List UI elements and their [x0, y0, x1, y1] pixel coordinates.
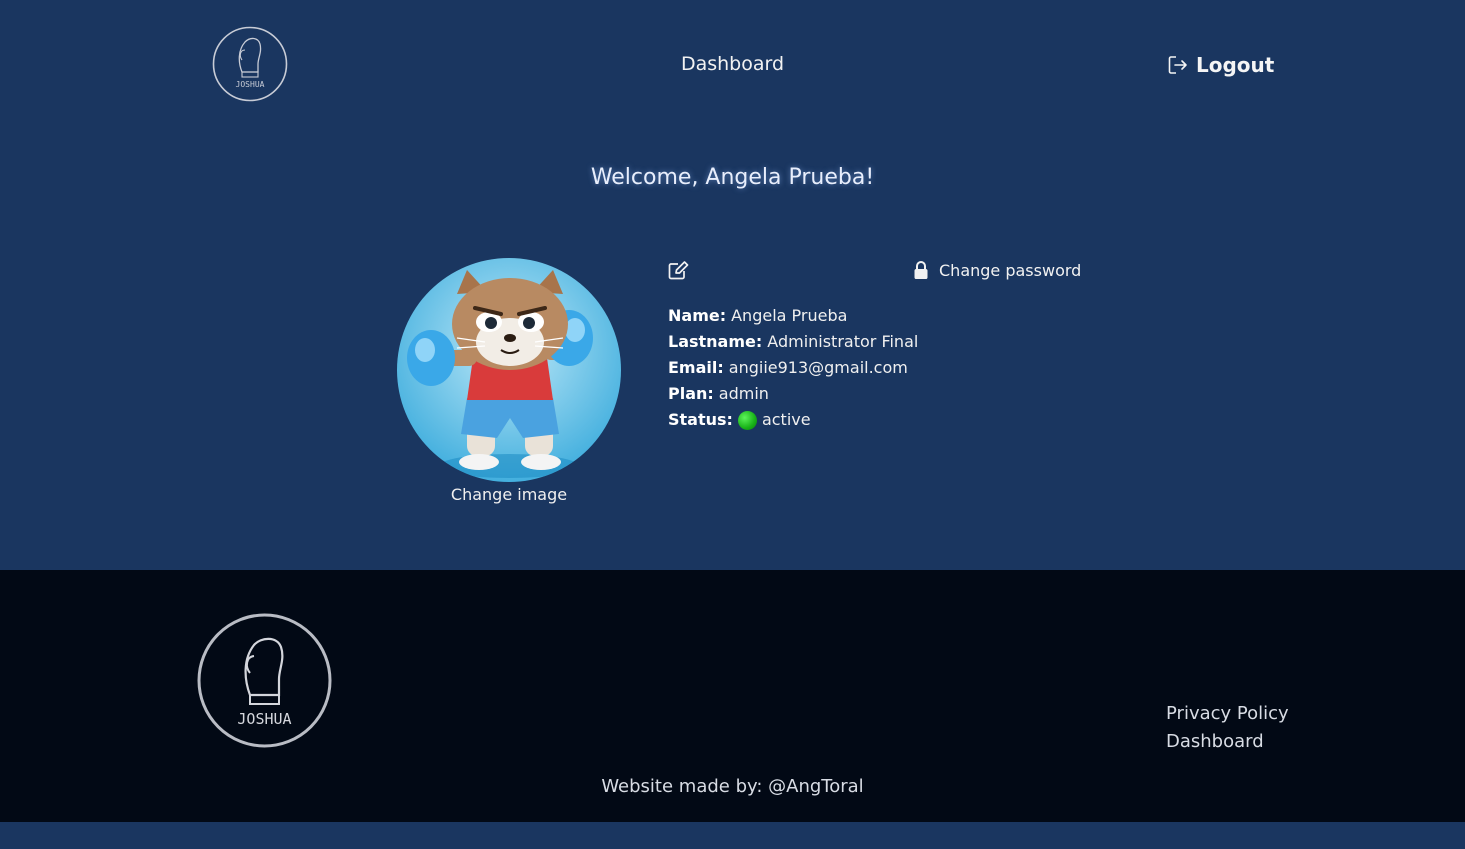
change-image-button[interactable]: Change image — [397, 485, 621, 504]
logo-text: JOSHUA — [236, 80, 265, 89]
nav-dashboard-link[interactable]: Dashboard — [681, 53, 784, 75]
boxing-cat-avatar-image — [397, 258, 621, 482]
name-label: Name: — [668, 306, 727, 325]
lastname-row: Lastname: Administrator Final — [668, 329, 918, 355]
footer-logo-text: JOSHUA — [237, 710, 291, 728]
plan-value: admin — [718, 384, 769, 403]
footer-links: Privacy Policy Dashboard — [1166, 700, 1289, 756]
change-password-button[interactable]: Change password — [913, 260, 1081, 280]
status-row: Status: active — [668, 407, 918, 433]
lastname-label: Lastname: — [668, 332, 763, 351]
profile-info: Name: Angela Prueba Lastname: Administra… — [668, 303, 918, 433]
welcome-heading: Welcome, Angela Prueba! — [590, 165, 875, 190]
footer-dashboard-link[interactable]: Dashboard — [1166, 728, 1289, 756]
status-value: active — [761, 410, 811, 429]
logout-label: Logout — [1196, 53, 1275, 77]
credits: Website made by: @AngToral — [0, 776, 1465, 797]
credits-label: Website made by: — [601, 776, 763, 797]
email-value: angiie913@gmail.com — [728, 358, 908, 377]
boxing-glove-logo-icon: JOSHUA — [197, 613, 332, 748]
avatar-circle — [397, 258, 621, 482]
email-row: Email: angiie913@gmail.com — [668, 355, 918, 381]
logout-button[interactable]: Logout — [1168, 52, 1274, 78]
bottom-strip — [0, 822, 1465, 849]
plan-row: Plan: admin — [668, 381, 918, 407]
edit-profile-button[interactable] — [668, 261, 689, 280]
change-password-label: Change password — [939, 260, 1082, 280]
status-indicator — [737, 410, 757, 430]
privacy-policy-link[interactable]: Privacy Policy — [1166, 700, 1289, 728]
name-row: Name: Angela Prueba — [668, 303, 918, 329]
edit-icon — [668, 261, 689, 280]
logout-icon — [1168, 56, 1187, 74]
lock-icon — [914, 261, 928, 279]
email-label: Email: — [668, 358, 724, 377]
footer-logo[interactable]: JOSHUA — [197, 613, 332, 748]
footer: JOSHUA Privacy Policy Dashboard Website … — [0, 570, 1465, 822]
name-value: Angela Prueba — [731, 306, 848, 325]
header: JOSHUA Dashboard Logout — [0, 0, 1465, 130]
avatar[interactable] — [397, 258, 621, 482]
plan-label: Plan: — [668, 384, 714, 403]
credits-handle-link[interactable]: @AngToral — [768, 776, 864, 797]
lastname-value: Administrator Final — [767, 332, 919, 351]
status-label: Status: — [668, 410, 733, 429]
